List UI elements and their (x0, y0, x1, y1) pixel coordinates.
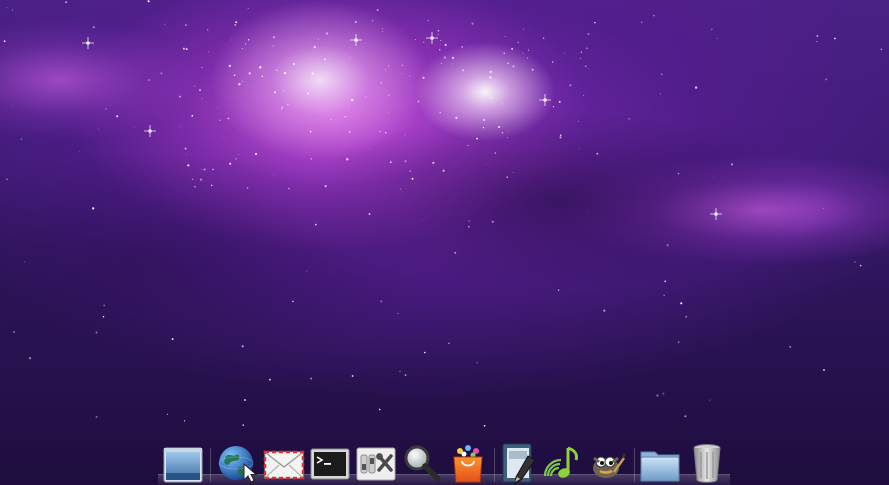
dock-separator (634, 448, 635, 482)
desktop[interactable] (0, 0, 889, 485)
wallpaper-stars (3, 0, 882, 427)
web-browser-icon[interactable] (217, 442, 259, 484)
text-editor-icon[interactable] (498, 442, 540, 484)
dock (158, 438, 730, 485)
file-manager-icon[interactable] (639, 442, 681, 484)
dock-separator (494, 448, 495, 482)
trash-icon[interactable] (686, 442, 728, 484)
system-settings-icon[interactable] (355, 442, 397, 484)
desktop-preview-icon[interactable] (162, 442, 204, 484)
software-store-icon[interactable] (447, 442, 489, 484)
image-editor-icon[interactable] (586, 442, 628, 484)
terminal-icon[interactable] (309, 442, 351, 484)
mail-icon[interactable] (263, 442, 305, 484)
music-player-icon[interactable] (542, 442, 584, 484)
search-icon[interactable] (401, 442, 443, 484)
dock-separator (210, 448, 211, 482)
